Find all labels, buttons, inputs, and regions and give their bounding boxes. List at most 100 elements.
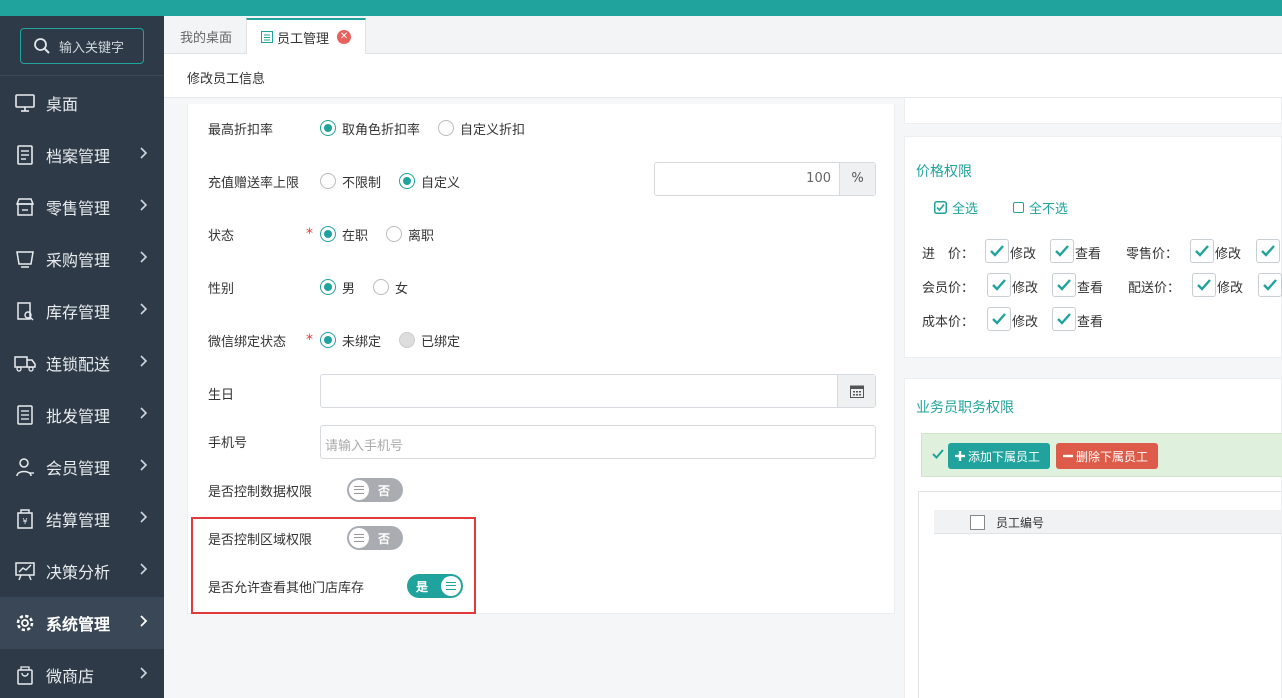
checkbox-label: 查看 <box>1077 315 1104 330</box>
truck-icon <box>14 352 36 374</box>
sidebar-item-system[interactable]: 系统管理 <box>0 597 164 649</box>
checkbox-retail-view[interactable] <box>1256 239 1280 263</box>
checkmark-icon <box>1055 245 1069 257</box>
sidebar-item-analysis[interactable]: 决策分析 <box>0 545 164 597</box>
highlight-box <box>191 517 476 614</box>
checkbox-delivery-view[interactable] <box>1258 273 1282 297</box>
settlement-icon: ¥ <box>14 508 36 530</box>
salesman-permission-panel: 业务员职务权限 添加下属员工 删除下属员工 员工编号 <box>904 378 1282 698</box>
calendar-icon[interactable] <box>837 375 875 407</box>
field-label: 充值赠送率上限 <box>208 175 300 191</box>
minus-icon <box>1063 454 1073 458</box>
sidebar-item-wholesale[interactable]: 批发管理 <box>0 389 164 441</box>
radio-employed[interactable]: 在职 <box>320 225 368 244</box>
radio-label: 不限制 <box>342 175 382 191</box>
data-permission-toggle[interactable]: 否 <box>347 478 403 502</box>
sidebar-item-label: 连锁配送 <box>46 355 111 374</box>
checkbox-label: 查看 <box>1075 247 1102 262</box>
page-title: 修改员工信息 <box>164 54 1282 98</box>
tab-my-desktop[interactable]: 我的桌面 <box>166 18 246 54</box>
sidebar-item-inventory[interactable]: 库存管理 <box>0 285 164 337</box>
radio-dot <box>399 173 416 189</box>
radio-role-discount[interactable]: 取角色折扣率 <box>320 119 420 138</box>
sidebar-item-retail[interactable]: 零售管理 <box>0 181 164 233</box>
checkmark-icon <box>1057 313 1071 325</box>
checkbox-purchase-view[interactable] <box>1050 239 1074 263</box>
radio-dot <box>320 279 336 295</box>
radio-dot <box>373 279 390 295</box>
checkbox-cost-view[interactable] <box>1052 307 1076 331</box>
radio-bound: 已绑定 <box>399 331 460 350</box>
checkbox-member-edit[interactable] <box>987 273 1011 297</box>
form-row-gender: 性别 男 女 <box>208 270 426 304</box>
sidebar-item-micro-shop[interactable]: 微商店 <box>0 649 164 698</box>
checkbox-label: 修改 <box>1012 281 1039 296</box>
chevron-right-icon <box>140 303 148 315</box>
checkbox-purchase-edit[interactable] <box>985 239 1009 263</box>
sidebar-item-label: 桌面 <box>46 95 79 114</box>
checkmark-icon <box>1197 279 1211 291</box>
sidebar-nav: 桌面 档案管理 零售管理 采购管理 库存管理 连锁配送 批发管理 会员管理 ¥ … <box>0 77 164 698</box>
select-all-button[interactable]: 全选 <box>934 198 978 217</box>
list-icon <box>261 31 273 43</box>
purchase-icon <box>14 248 36 270</box>
chevron-right-icon <box>140 251 148 263</box>
select-all-label: 全选 <box>952 202 979 217</box>
radio-custom-discount[interactable]: 自定义折扣 <box>438 119 525 138</box>
recharge-rate-input[interactable]: 100 % <box>654 162 876 196</box>
sidebar-item-purchase[interactable]: 采购管理 <box>0 233 164 285</box>
field-label: 生日 <box>208 387 235 403</box>
sidebar-search-input[interactable]: 输入关键字 <box>20 28 144 64</box>
subordinate-table: 员工编号 <box>918 491 1282 698</box>
sidebar-item-members[interactable]: 会员管理 <box>0 441 164 493</box>
checkmark-icon <box>1195 245 1209 257</box>
price-permission-panel: 价格权限 全选 全不选 进 价： 修改 查看 零售价： 修改 会员价： 修改 查… <box>904 136 1282 358</box>
sidebar-item-desktop[interactable]: 桌面 <box>0 77 164 129</box>
radio-unlimited[interactable]: 不限制 <box>320 172 381 191</box>
checkbox-delivery-edit[interactable] <box>1192 273 1216 297</box>
sidebar-item-label: 系统管理 <box>46 615 111 634</box>
checkbox-retail-edit[interactable] <box>1190 239 1214 263</box>
tab-employee-management[interactable]: 员工管理 ✕ <box>246 18 367 54</box>
form-row-status: 状态 * 在职 离职 <box>208 217 452 251</box>
sidebar-item-label: 结算管理 <box>46 511 111 530</box>
tab-bar: 我的桌面 员工管理 ✕ <box>164 16 1282 54</box>
add-subordinate-button[interactable]: 添加下属员工 <box>948 443 1050 469</box>
chevron-right-icon <box>140 147 148 159</box>
radio-dot <box>399 332 416 348</box>
sidebar-item-distribution[interactable]: 连锁配送 <box>0 337 164 389</box>
radio-male[interactable]: 男 <box>320 278 355 297</box>
delete-subordinate-button[interactable]: 删除下属员工 <box>1056 443 1158 469</box>
form-row-phone: 手机号 <box>208 424 306 458</box>
sidebar-item-archives[interactable]: 档案管理 <box>0 129 164 181</box>
checkbox-label: 修改 <box>1217 281 1244 296</box>
tab-label: 我的桌面 <box>180 30 233 46</box>
radio-dot <box>438 120 455 136</box>
recharge-rate-value: 100 <box>806 171 831 186</box>
field-label: 最高折扣率 <box>208 122 274 138</box>
search-placeholder: 输入关键字 <box>59 40 125 56</box>
birthday-input[interactable] <box>320 374 876 408</box>
checkmark-icon <box>1263 279 1277 291</box>
radio-unbound[interactable]: 未绑定 <box>320 331 381 350</box>
checkmark-icon <box>932 449 944 459</box>
radio-dot <box>320 226 336 242</box>
close-icon[interactable]: ✕ <box>337 30 352 44</box>
radio-resigned[interactable]: 离职 <box>386 225 434 244</box>
checkbox-member-view[interactable] <box>1052 273 1076 297</box>
phone-input[interactable]: 请输入手机号 <box>320 425 876 459</box>
chart-icon <box>14 560 36 582</box>
select-none-button[interactable]: 全不选 <box>1013 198 1068 217</box>
perm-label-delivery: 配送价： <box>1128 281 1181 296</box>
checkbox-cost-edit[interactable] <box>987 307 1011 331</box>
chevron-right-icon <box>140 667 148 679</box>
field-label: 状态 <box>208 228 235 244</box>
select-all-checkbox[interactable] <box>970 515 985 530</box>
top-header-bar <box>0 0 1282 16</box>
field-label: 是否控制数据权限 <box>208 484 313 500</box>
radio-female[interactable]: 女 <box>373 278 408 297</box>
radio-custom[interactable]: 自定义 <box>399 172 460 191</box>
sidebar-item-settlement[interactable]: ¥ 结算管理 <box>0 493 164 545</box>
chevron-right-icon <box>140 511 148 523</box>
radio-dot <box>320 120 336 136</box>
